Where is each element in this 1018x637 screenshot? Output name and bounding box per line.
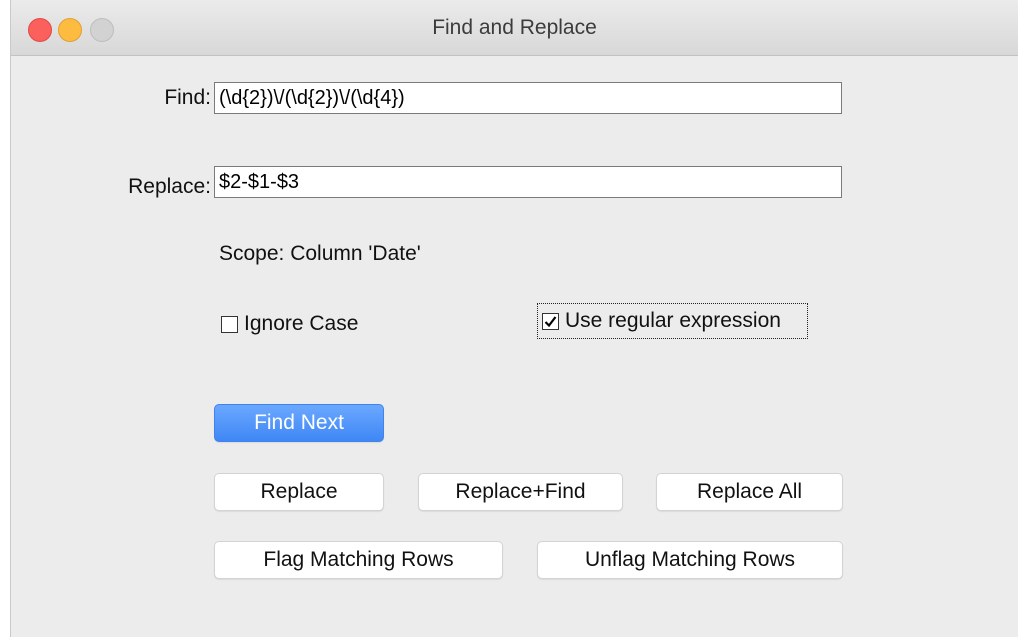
title-bar[interactable]: Find and Replace: [11, 0, 1018, 56]
find-input[interactable]: [214, 82, 842, 114]
scope-text: Scope: Column 'Date': [219, 242, 421, 265]
ignore-case-label: Ignore Case: [244, 312, 359, 335]
use-regex-label: Use regular expression: [565, 309, 781, 332]
replace-button[interactable]: Replace: [214, 473, 384, 511]
replace-input[interactable]: [214, 166, 842, 198]
ignore-case-checkbox[interactable]: [221, 315, 238, 333]
use-regex-option[interactable]: Use regular expression: [537, 303, 808, 339]
find-next-button[interactable]: Find Next: [214, 404, 384, 442]
replace-label: Replace:: [128, 175, 211, 198]
checkmark-icon: [544, 315, 557, 327]
flag-matching-rows-button[interactable]: Flag Matching Rows: [214, 541, 503, 579]
ignore-case-option[interactable]: Ignore Case: [221, 312, 359, 335]
use-regex-checkbox[interactable]: [542, 312, 559, 330]
replace-all-button[interactable]: Replace All: [656, 473, 843, 511]
replace-find-button[interactable]: Replace+Find: [418, 473, 623, 511]
find-replace-window: Find and Replace Find: Replace: Scope: C…: [10, 0, 1018, 637]
find-label: Find:: [164, 86, 211, 109]
window-title: Find and Replace: [432, 16, 597, 39]
unflag-matching-rows-button[interactable]: Unflag Matching Rows: [537, 541, 843, 579]
